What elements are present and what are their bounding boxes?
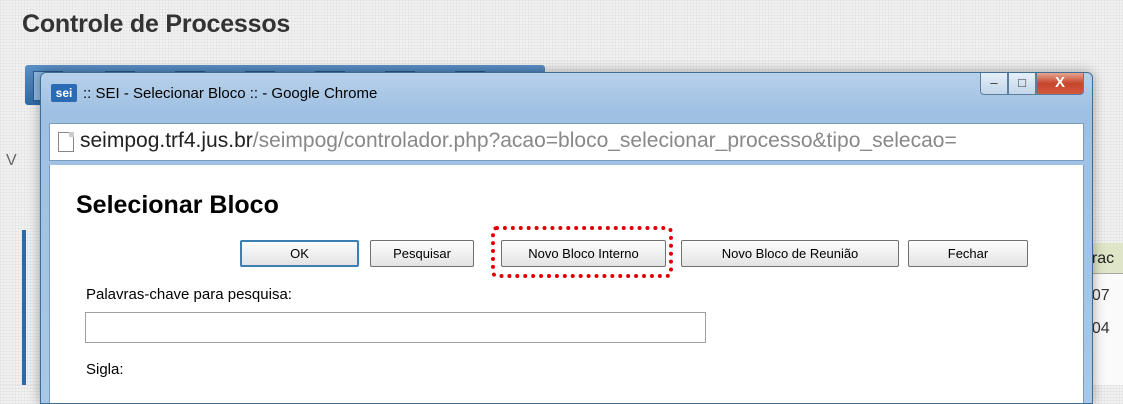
background-left-strip: [22, 230, 26, 385]
fechar-button[interactable]: Fechar: [908, 240, 1028, 267]
novo-bloco-reuniao-button[interactable]: Novo Bloco de Reunião: [681, 240, 899, 267]
close-window-button[interactable]: X: [1036, 73, 1084, 95]
background-left-text: V: [6, 152, 17, 169]
page-content: Selecionar Bloco OK Pesquisar Novo Bloco…: [49, 165, 1084, 403]
window-title: :: SEI - Selecionar Bloco :: - Google Ch…: [83, 85, 378, 102]
highlight-annotation: [491, 226, 673, 278]
keywords-input[interactable]: [85, 312, 706, 343]
sei-logo-icon: sei: [51, 84, 77, 102]
sigla-label: Sigla:: [86, 361, 124, 378]
chrome-popup-window: sei :: SEI - Selecionar Bloco :: - Googl…: [40, 72, 1093, 404]
url-path: /seimpog/controlador.php?acao=bloco_sele…: [252, 129, 957, 152]
minimize-button[interactable]: –: [980, 73, 1008, 95]
url-host: seimpog.trf4.jus.br: [80, 129, 253, 152]
page-icon: [58, 132, 74, 152]
maximize-button[interactable]: □: [1008, 73, 1036, 95]
ok-button[interactable]: OK: [240, 240, 359, 267]
background-page-title: Controle de Processos: [22, 10, 291, 38]
pesquisar-button[interactable]: Pesquisar: [370, 240, 474, 267]
keywords-label: Palavras-chave para pesquisa:: [86, 286, 292, 303]
window-controls: – □ X: [980, 73, 1084, 95]
window-titlebar[interactable]: sei :: SEI - Selecionar Bloco :: - Googl…: [41, 73, 1092, 115]
address-bar[interactable]: seimpog.trf4.jus.br/seimpog/controlador.…: [49, 123, 1084, 161]
url-text[interactable]: seimpog.trf4.jus.br/seimpog/controlador.…: [80, 129, 957, 153]
page-title: Selecionar Bloco: [76, 191, 279, 219]
